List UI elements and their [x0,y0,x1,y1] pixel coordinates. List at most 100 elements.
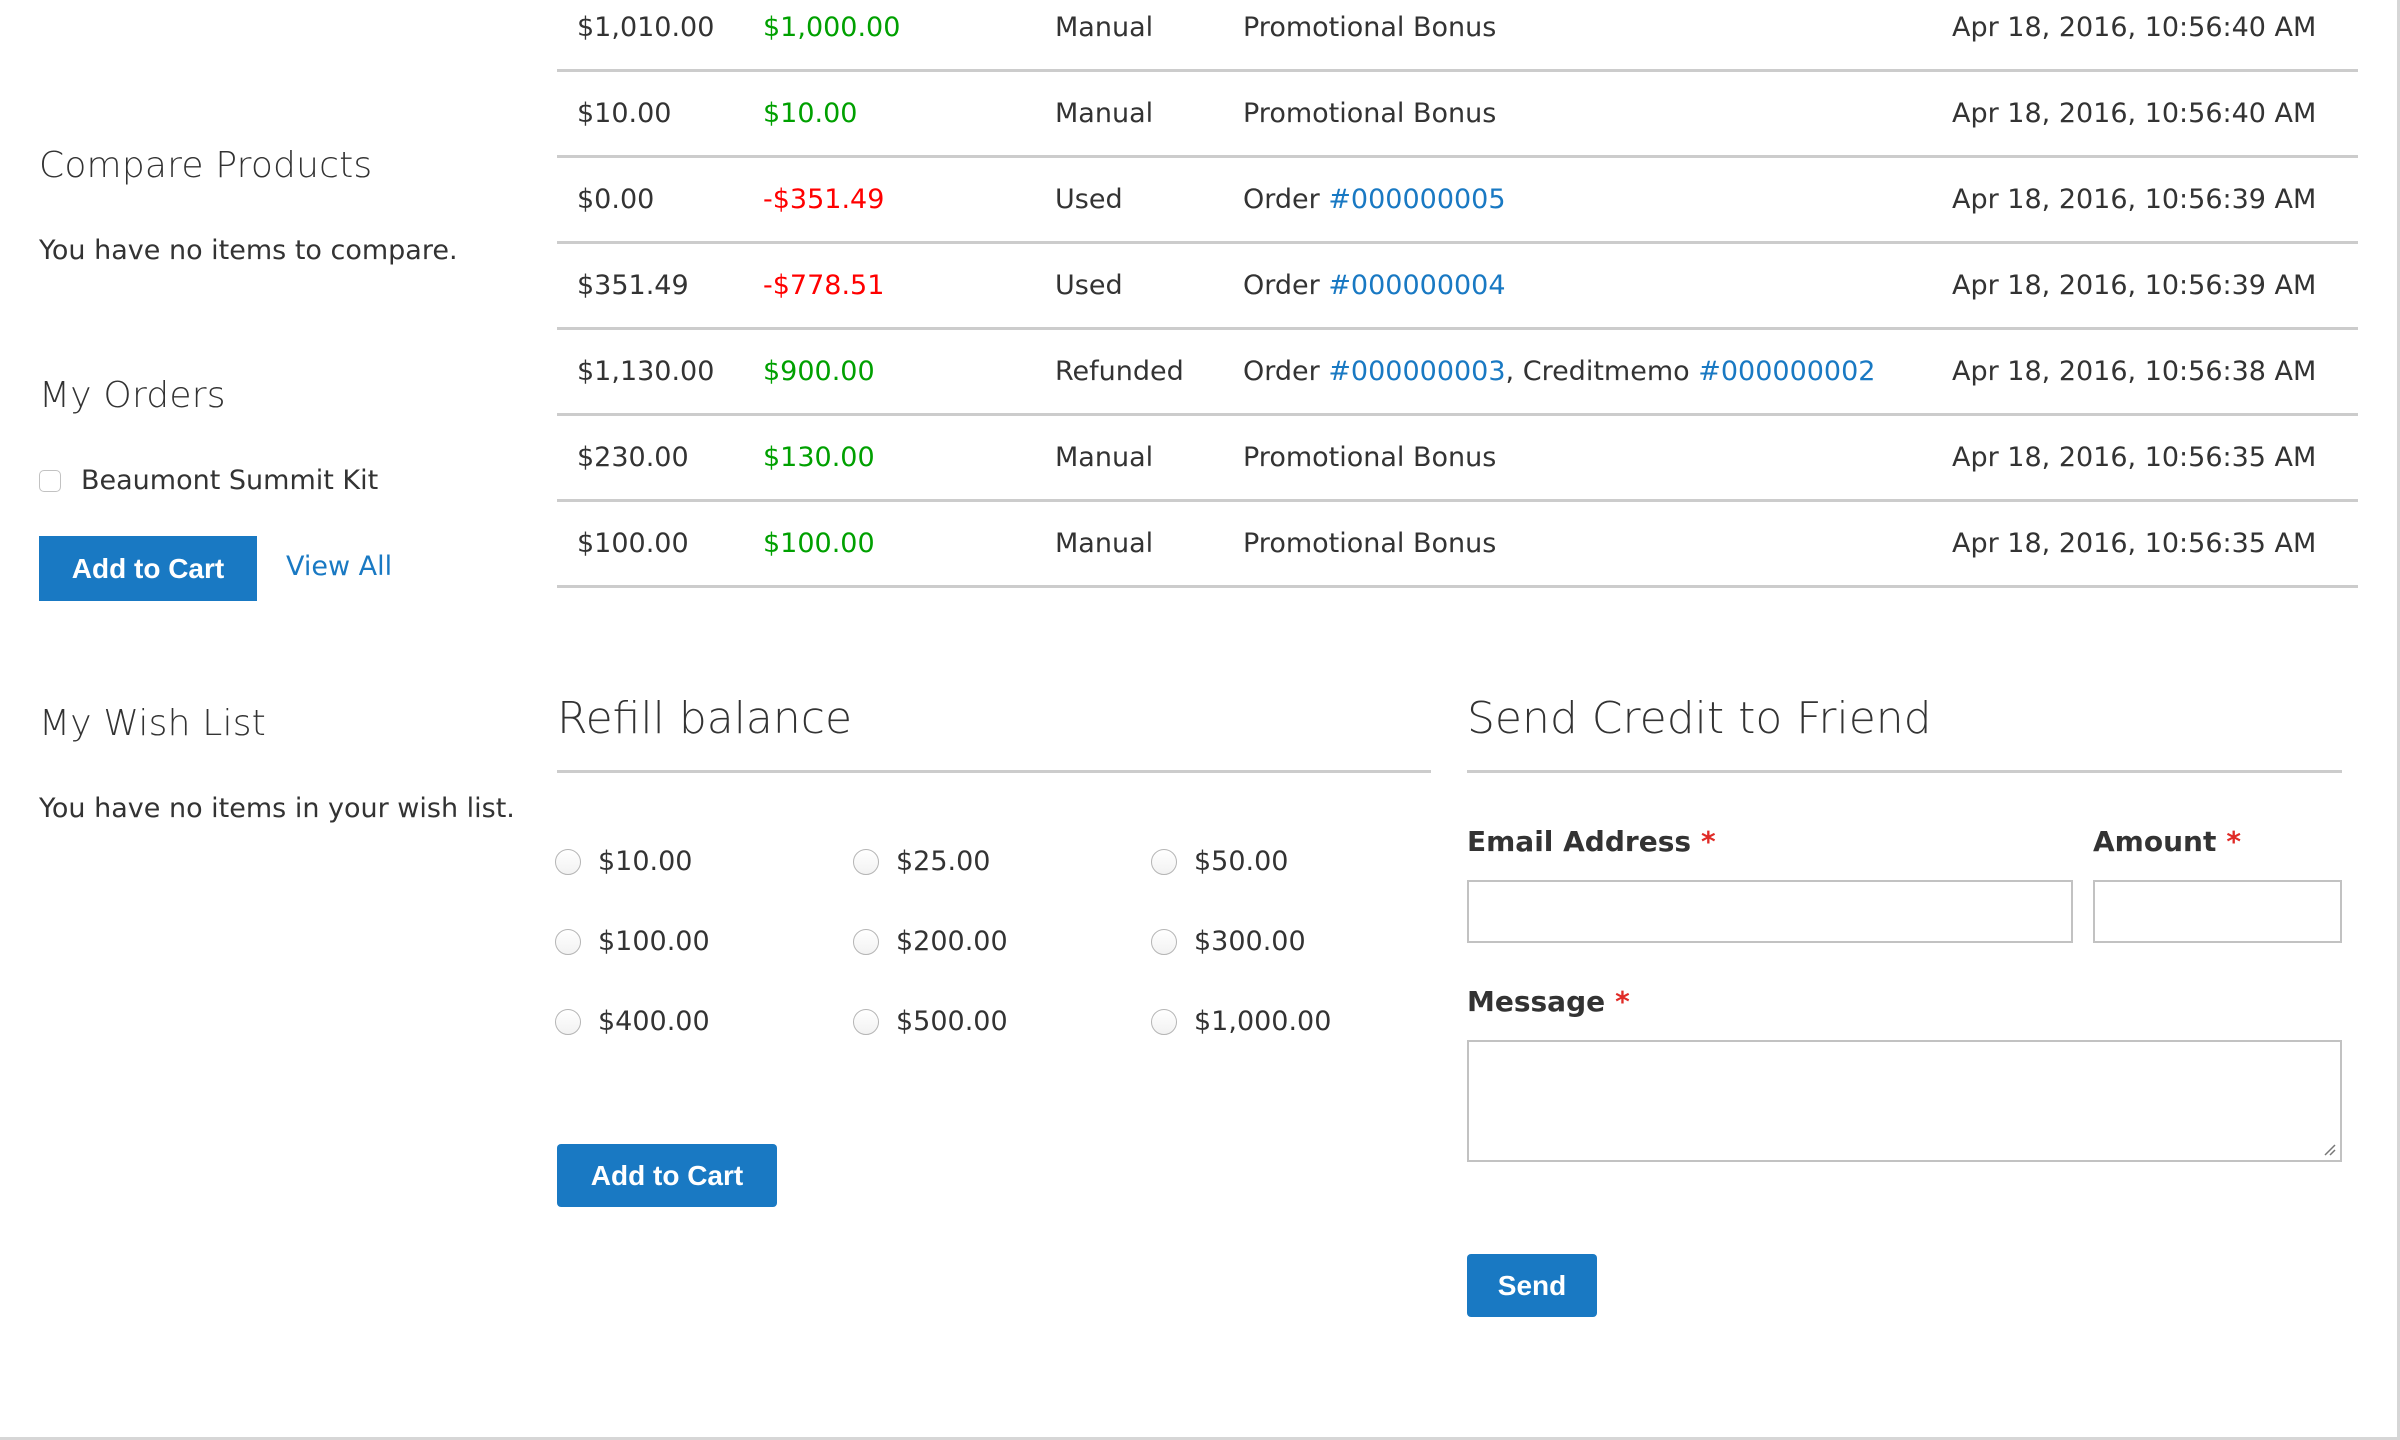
refill-option-label: $400.00 [598,1006,710,1037]
radio-button[interactable] [555,1008,581,1035]
wishlist-empty-text: You have no items in your wish list. [39,793,515,824]
resize-grip-icon[interactable] [2322,1142,2336,1156]
info-cell: Promotional Bonus [1243,528,1497,559]
refill-balance-title: Refill balance [557,693,853,744]
info-prefix: Order [1243,356,1329,387]
radio-button[interactable] [1151,928,1177,955]
order-item-checkbox[interactable] [39,469,61,492]
date-cell: Apr 18, 2016, 10:56:35 AM [1952,442,2317,473]
info-cell: Order #000000005 [1243,158,1506,241]
order-item-label: Beaumont Summit Kit [81,465,379,496]
refill-option-label: $500.00 [896,1006,1008,1037]
refill-add-to-cart-button[interactable]: Add to Cart [557,1144,777,1207]
action-cell: Manual [1055,12,1154,43]
info-middle: , Creditmemo [1505,356,1699,387]
order-link[interactable]: #000000004 [1328,270,1505,301]
refill-option[interactable]: $1,000.00 [1151,1006,1331,1037]
date-cell: Apr 18, 2016, 10:56:40 AM [1952,98,2317,129]
date-cell: Apr 18, 2016, 10:56:38 AM [1952,356,2317,387]
required-mark: * [1701,825,1716,858]
send-credit-divider [1467,770,2342,773]
refill-option-label: $50.00 [1194,846,1289,877]
radio-button[interactable] [555,848,581,875]
compare-products-title: Compare Products [39,145,373,186]
sidebar-add-to-cart-button[interactable]: Add to Cart [39,536,257,601]
info-cell: Promotional Bonus [1243,12,1497,43]
balance-cell: $1,130.00 [577,356,715,387]
balance-cell: $1,010.00 [577,12,715,43]
action-cell: Manual [1055,442,1154,473]
balance-cell: $100.00 [577,528,689,559]
amount-field[interactable] [2093,880,2342,943]
info-cell: Promotional Bonus [1243,98,1497,129]
change-cell: $130.00 [763,442,875,473]
required-mark: * [2226,825,2241,858]
info-prefix: Order [1243,270,1329,301]
message-textarea[interactable] [1467,1040,2342,1162]
amount-label-text: Amount [2093,825,2217,858]
balance-cell: $10.00 [577,98,672,129]
table-row: $0.00 -$351.49 Used Order #000000005 Apr… [557,158,2358,244]
info-prefix: Order [1243,184,1329,215]
action-cell: Manual [1055,98,1154,129]
my-wish-list-title: My Wish List [39,703,266,744]
refill-divider [557,770,1431,773]
radio-button[interactable] [555,928,581,955]
refill-option[interactable]: $100.00 [555,926,710,957]
table-row: $230.00 $130.00 Manual Promotional Bonus… [557,416,2358,502]
action-cell: Manual [1055,528,1154,559]
date-cell: Apr 18, 2016, 10:56:35 AM [1952,528,2317,559]
refill-option-label: $100.00 [598,926,710,957]
info-cell: Order #000000003, Creditmemo #000000002 [1243,330,1875,413]
table-row: $1,130.00 $900.00 Refunded Order #000000… [557,330,2358,416]
refill-option[interactable]: $25.00 [853,846,990,877]
change-cell: -$351.49 [763,184,885,215]
send-credit-title: Send Credit to Friend [1467,693,1932,744]
action-cell: Used [1055,270,1123,301]
radio-button[interactable] [853,1008,879,1035]
email-field[interactable] [1467,880,2073,943]
table-row: $10.00 $10.00 Manual Promotional Bonus A… [557,72,2358,158]
date-cell: Apr 18, 2016, 10:56:39 AM [1952,270,2317,301]
order-link[interactable]: #000000005 [1328,184,1505,215]
change-cell: $10.00 [763,98,858,129]
refill-option[interactable]: $300.00 [1151,926,1306,957]
send-button[interactable]: Send [1467,1254,1597,1317]
refill-option-label: $1,000.00 [1194,1006,1332,1037]
refill-option-label: $300.00 [1194,926,1306,957]
order-link[interactable]: #000000003 [1328,356,1505,387]
radio-button[interactable] [1151,848,1177,875]
change-cell: $100.00 [763,528,875,559]
balance-cell: $351.49 [577,270,689,301]
info-cell: Order #000000004 [1243,244,1506,327]
change-cell: $900.00 [763,356,875,387]
refill-option[interactable]: $50.00 [1151,846,1288,877]
refill-option[interactable]: $200.00 [853,926,1008,957]
table-row: $100.00 $100.00 Manual Promotional Bonus… [557,502,2358,588]
info-cell: Promotional Bonus [1243,442,1497,473]
change-cell: -$778.51 [763,270,885,301]
view-all-link[interactable]: View All [286,551,392,582]
compare-empty-text: You have no items to compare. [39,235,458,266]
radio-button[interactable] [853,848,879,875]
refill-option-label: $25.00 [896,846,991,877]
table-row: $1,010.00 $1,000.00 Manual Promotional B… [557,0,2358,72]
creditmemo-link[interactable]: #000000002 [1698,356,1875,387]
balance-cell: $230.00 [577,442,689,473]
radio-button[interactable] [1151,1008,1177,1035]
refill-option-label: $10.00 [598,846,693,877]
email-label-text: Email Address [1467,825,1692,858]
refill-option[interactable]: $400.00 [555,1006,710,1037]
date-cell: Apr 18, 2016, 10:56:39 AM [1952,184,2317,215]
email-label: Email Address * [1467,825,1716,858]
date-cell: Apr 18, 2016, 10:56:40 AM [1952,12,2317,43]
refill-option[interactable]: $10.00 [555,846,692,877]
refill-option-label: $200.00 [896,926,1008,957]
amount-label: Amount * [2093,825,2241,858]
radio-button[interactable] [853,928,879,955]
change-cell: $1,000.00 [763,12,901,43]
message-label: Message * [1467,985,1630,1018]
refill-option[interactable]: $500.00 [853,1006,1008,1037]
order-item: Beaumont Summit Kit [39,465,378,496]
balance-cell: $0.00 [577,184,655,215]
